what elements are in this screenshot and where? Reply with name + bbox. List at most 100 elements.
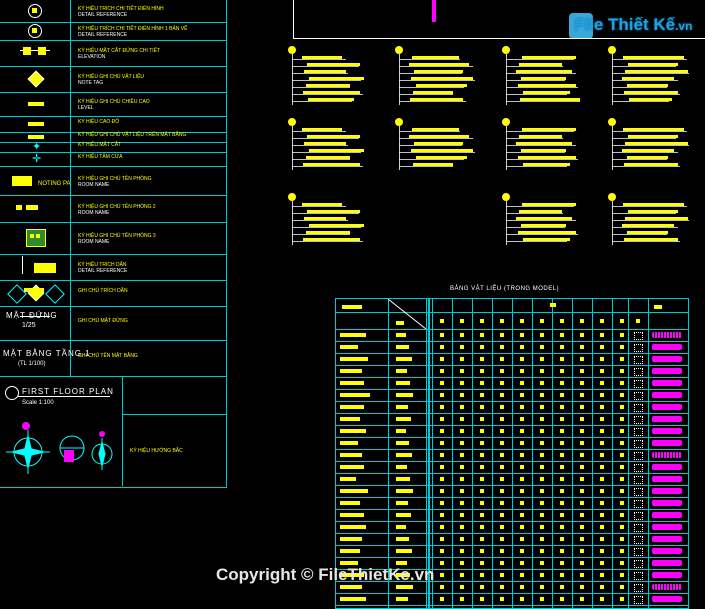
legend-row-divider (0, 280, 226, 281)
table-row-code (396, 513, 411, 517)
table-header-cell (560, 319, 564, 323)
table-cell (540, 381, 544, 385)
legend-row-divider (0, 195, 226, 196)
table-cell (560, 477, 564, 481)
table-cell (580, 585, 584, 589)
table-row-material-name (340, 465, 364, 469)
table-cell (460, 441, 464, 445)
table-row-code (396, 429, 406, 433)
table-cell (500, 333, 504, 337)
table-row-swatch (652, 452, 682, 458)
top-frame (293, 0, 705, 39)
table-cell (620, 537, 624, 541)
table-cell (540, 573, 544, 577)
note-callout (502, 193, 597, 249)
table-row-divider (336, 365, 688, 366)
legend-row-divider (0, 22, 226, 23)
table-header-cell (520, 319, 524, 323)
table-cell (460, 429, 464, 433)
table-cell (560, 369, 564, 373)
table-row-swatch (652, 548, 682, 554)
table-cell (580, 561, 584, 565)
table-cell (580, 369, 584, 373)
table-cell (600, 489, 604, 493)
table-row-divider (336, 557, 688, 558)
table-cell-marker-icon (634, 452, 643, 460)
table-cell (480, 441, 484, 445)
legend-row-text: KÝ HIỆU TÂM CỬA (78, 154, 123, 160)
table-cell-marker-icon (634, 404, 643, 412)
table-cell (620, 441, 624, 445)
table-cell (500, 477, 504, 481)
table-cell (520, 417, 524, 421)
table-cell (520, 405, 524, 409)
table-row-material-name (340, 513, 364, 517)
table-cell (560, 333, 564, 337)
note-callout (608, 193, 703, 249)
table-row-swatch (652, 476, 682, 482)
table-cell (520, 393, 524, 397)
table-row-code (396, 405, 408, 409)
table-cell (460, 513, 464, 517)
legend-row-divider (0, 340, 226, 341)
legend-symbol-icon (20, 4, 50, 18)
table-cell (460, 345, 464, 349)
table-cell (440, 465, 444, 469)
table-row-material-name (340, 597, 366, 601)
table-cell (480, 369, 484, 373)
table-cell (580, 357, 584, 361)
table-cell (500, 513, 504, 517)
table-cell (520, 441, 524, 445)
note-callout (502, 118, 597, 174)
table-cell (600, 537, 604, 541)
table-row-divider (336, 509, 688, 510)
table-row-code (396, 525, 406, 529)
table-cell (580, 513, 584, 517)
table-cell (540, 333, 544, 337)
table-row-code (396, 345, 409, 349)
table-col-divider (426, 299, 427, 608)
table-cell (600, 525, 604, 529)
table-cell-marker-icon (634, 476, 643, 484)
legend-row-divider (0, 306, 226, 307)
table-cell (500, 417, 504, 421)
table-row-swatch (652, 584, 682, 590)
table-col-divider (648, 299, 649, 608)
table-row-swatch (652, 596, 682, 602)
table-row-material-name (340, 417, 360, 421)
plan-label: MẶT BẰNG TẦNG 1 (3, 349, 91, 358)
table-cell (560, 393, 564, 397)
table-cell (480, 465, 484, 469)
table-row-code (396, 489, 413, 493)
table-cell (520, 549, 524, 553)
table-cell (440, 405, 444, 409)
table-row-material-name (340, 393, 370, 397)
table-row-swatch (652, 524, 682, 530)
table-row-swatch (652, 500, 682, 506)
table-cell (600, 573, 604, 577)
table-row-swatch (652, 488, 682, 494)
table-title: BẢNG VẬT LIỆU (TRONG MODEL) (450, 286, 560, 292)
table-cell-marker-icon (634, 548, 643, 556)
table-cell (600, 381, 604, 385)
table-cell (500, 597, 504, 601)
table-cell (580, 393, 584, 397)
table-cell (540, 489, 544, 493)
table-row-material-name (340, 381, 364, 385)
table-cell (600, 501, 604, 505)
table-row-code (396, 333, 406, 337)
note-callout (395, 46, 490, 109)
legend-row-divider (0, 40, 226, 41)
table-row-code (396, 369, 407, 373)
table-cell (440, 477, 444, 481)
table-cell (600, 477, 604, 481)
table-cell (620, 549, 624, 553)
table-cell (460, 357, 464, 361)
table-header-label (654, 305, 662, 309)
table-header-label (342, 305, 362, 309)
table-cell (500, 429, 504, 433)
table-cell (600, 441, 604, 445)
table-row-material-name (340, 357, 368, 361)
table-cell (560, 489, 564, 493)
table-col-divider (432, 299, 433, 608)
